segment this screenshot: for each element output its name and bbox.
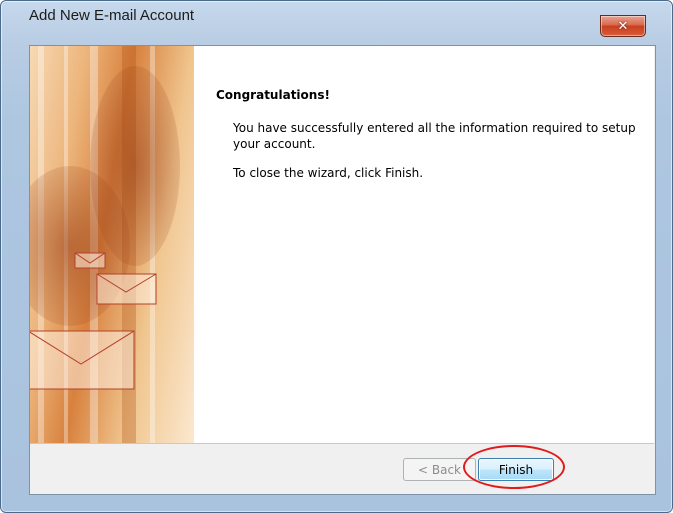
wizard-client-area: Congratulations! You have successfully e… [29,45,656,495]
success-message: You have successfully entered all the in… [233,121,636,151]
wizard-page: Congratulations! You have successfully e… [30,46,654,444]
congratulations-heading: Congratulations! [216,88,330,102]
wizard-message: Congratulations! You have successfully e… [216,88,636,180]
dialog-window: Add New E-mail Account ✕ Congratulations… [0,0,673,513]
window-frame-edge [655,45,672,493]
finish-instruction: To close the wizard, click Finish. [233,166,424,180]
close-button[interactable]: ✕ [600,15,646,37]
close-icon: ✕ [617,18,629,34]
wizard-banner-image [30,46,194,443]
finish-highlight-annotation [463,445,565,489]
title-bar[interactable]: Add New E-mail Account ✕ [1,1,672,37]
envelope-icon [30,252,157,390]
window-title: Add New E-mail Account [29,7,195,24]
